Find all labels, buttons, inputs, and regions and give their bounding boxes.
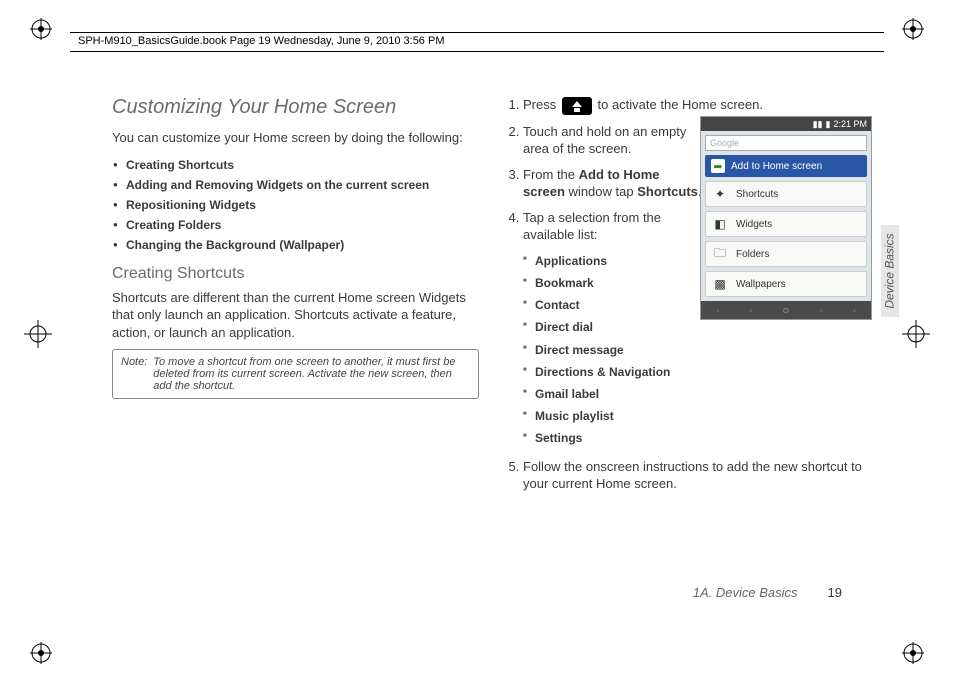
crop-mark-icon [902, 18, 924, 40]
book-header-line: SPH-M910_BasicsGuide.book Page 19 Wednes… [70, 35, 884, 52]
phone-menu-row: ✦ Shortcuts [705, 181, 867, 207]
subsection-title: Creating Shortcuts [112, 265, 479, 283]
phone-search-box: Google [705, 135, 867, 151]
note-box: Note: To move a shortcut from one screen… [112, 349, 479, 399]
bullet-item: Changing the Background (Wallpaper) [112, 235, 479, 255]
bullet-item: Adding and Removing Widgets on the curre… [112, 175, 479, 195]
shortcut-icon: ✦ [712, 186, 728, 202]
phone-menu-row: 🗀 Folders [705, 241, 867, 267]
phone-screenshot: ▮▮ ▮ 2:21 PM Google ➦ Add to Home screen… [700, 116, 872, 320]
footer-section: 1A. Device Basics [693, 585, 798, 600]
phone-bottom-bar: ◦◦⊙◦◦ [701, 301, 871, 319]
battery-icon: ▮ [826, 119, 831, 130]
phone-menu-title: ➦ Add to Home screen [705, 155, 867, 177]
customize-bullets: Creating Shortcuts Adding and Removing W… [112, 155, 479, 255]
arrow-icon: ➦ [711, 159, 725, 173]
right-column: Press to activate the Home screen. Touch… [505, 96, 872, 501]
page-content: Customizing Your Home Screen You can cus… [112, 96, 872, 501]
registration-mark-icon [24, 320, 52, 348]
registration-mark-icon [902, 320, 930, 348]
page-number: 19 [828, 585, 842, 600]
phone-status-bar: ▮▮ ▮ 2:21 PM [701, 117, 871, 131]
phone-menu-row: ▩ Wallpapers [705, 271, 867, 297]
side-tab-label: Device Basics [883, 233, 897, 308]
clock-label: 2:21 PM [833, 119, 867, 129]
widget-icon: ◧ [712, 216, 728, 232]
phone-menu-row: ◧ Widgets [705, 211, 867, 237]
bullet-item: Repositioning Widgets [112, 195, 479, 215]
side-tab: Device Basics [881, 225, 899, 317]
wallpaper-icon: ▩ [712, 276, 728, 292]
crop-mark-icon [30, 18, 52, 40]
left-column: Customizing Your Home Screen You can cus… [112, 96, 479, 501]
bullet-item: Creating Folders [112, 215, 479, 235]
signal-icon: ▮▮ [813, 119, 823, 130]
note-text: To move a shortcut from one screen to an… [153, 356, 470, 392]
bullet-item: Creating Shortcuts [112, 155, 479, 175]
crop-mark-icon [30, 642, 52, 664]
folder-icon: 🗀 [712, 246, 728, 262]
page-header-frame: SPH-M910_BasicsGuide.book Page 19 Wednes… [70, 32, 884, 52]
section-title: Customizing Your Home Screen [112, 96, 479, 119]
home-key-icon [562, 97, 592, 115]
step-1: Press to activate the Home screen. [523, 96, 872, 115]
step-5: Follow the onscreen instructions to add … [523, 458, 872, 493]
intro-text: You can customize your Home screen by do… [112, 129, 479, 147]
crop-mark-icon [902, 642, 924, 664]
page-footer: 1A. Device Basics 19 [693, 585, 842, 600]
subsection-body: Shortcuts are different than the current… [112, 289, 479, 342]
note-label: Note: [121, 356, 147, 392]
